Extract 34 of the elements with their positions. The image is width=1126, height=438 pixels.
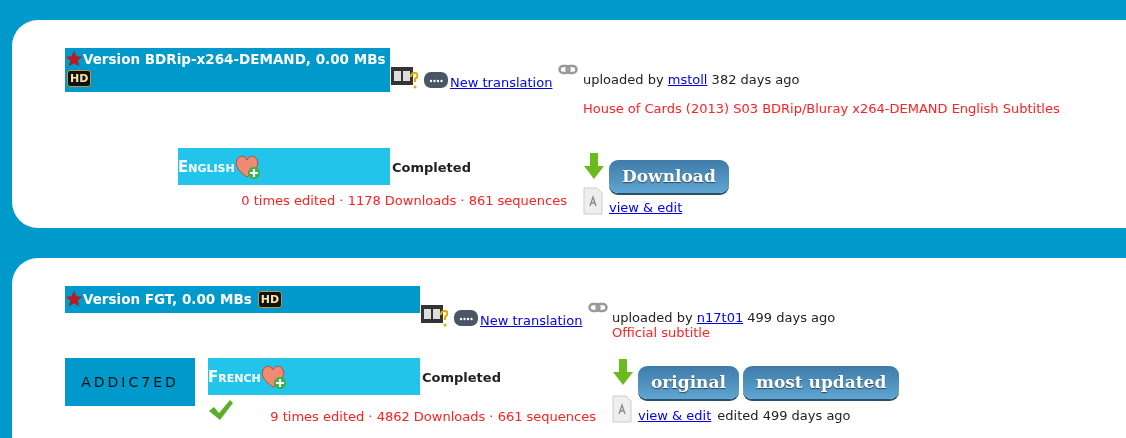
speech-bubble-icon [454,310,478,328]
subtitle-note: House of Cards (2013) S03 BDRip/Bluray x264-DEMAND English Subtitles [583,101,1060,116]
heart-plus-icon [234,153,261,180]
download-arrow-icon [612,358,634,386]
upload-info: uploaded by n17t01 499 days ago [612,310,836,325]
edited-info: edited 499 days ago [717,408,851,423]
new-translation-link[interactable]: New translation [480,313,583,328]
uploader-link[interactable]: n17t01 [696,310,744,325]
link-icon [558,64,579,76]
version-title: Version FGT, 0.00 MBs [83,291,252,307]
link-icon [588,302,609,314]
status-text: Completed [421,369,502,385]
subtitle-note: Official subtitle [612,325,711,340]
upload-info: uploaded by mstoll 382 days ago [583,72,801,87]
uploader-link[interactable]: mstoll [667,72,708,87]
document-icon [583,187,603,215]
language-name: French [208,367,261,386]
heart-plus-icon [260,363,287,390]
stats-text: 0 times edited · 1178 Downloads · 861 sequences [241,193,567,208]
new-translation-link[interactable]: New translation [450,75,553,90]
hd-badge: HD [257,290,283,308]
download-arrow-icon [583,152,605,180]
film-question-icon [390,64,418,90]
hd-badge: HD [67,70,92,87]
site-logo: ADDIC7ED [65,358,195,406]
status-text: Completed [391,159,472,175]
view-edit-link[interactable]: view & edit [609,200,683,215]
document-icon [612,395,632,423]
stats-text: 9 times edited · 4862 Downloads · 661 sequences [270,409,596,424]
speech-bubble-icon [424,72,448,90]
view-edit-link[interactable]: view & edit [638,408,712,423]
language-name: English [178,157,235,176]
film-question-icon [420,302,448,328]
version-title: Version BDRip-x264-DEMAND, 0.00 MBs [83,51,386,67]
